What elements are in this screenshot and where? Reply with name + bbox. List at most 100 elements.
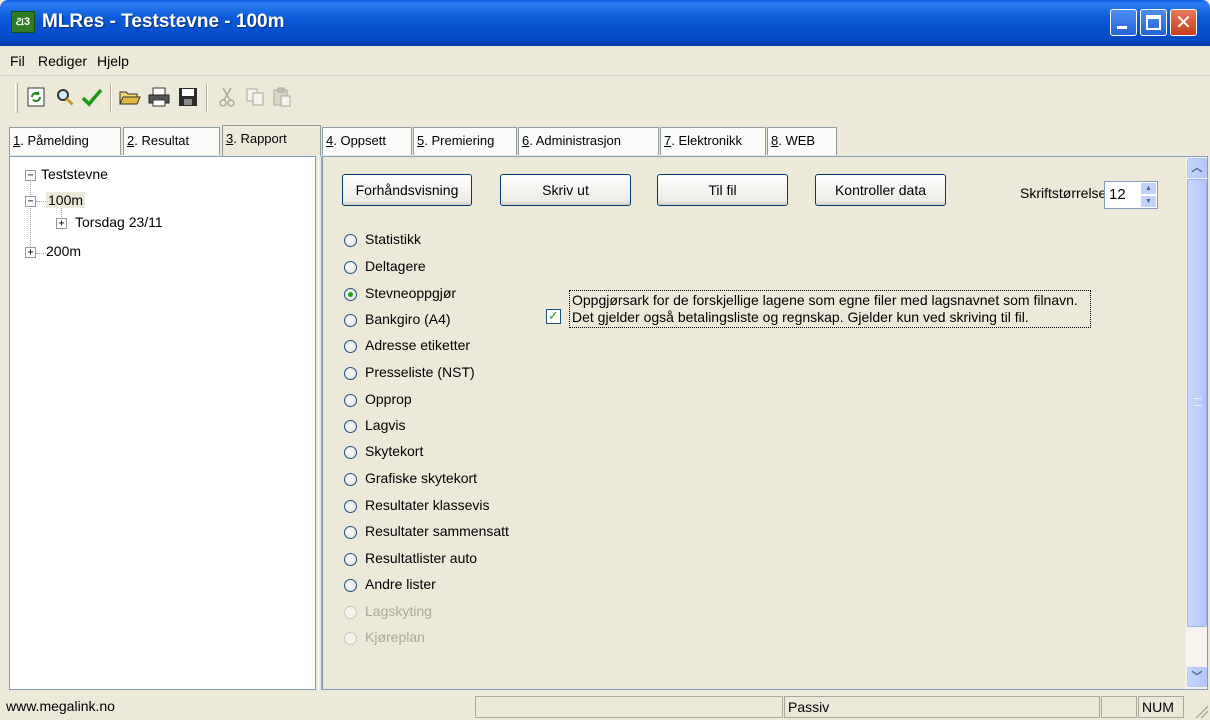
scroll-thumb[interactable]	[1187, 179, 1207, 627]
tab-pamelding[interactable]: 1. Påmelding	[9, 127, 121, 155]
tab-web[interactable]: 8. WEB	[767, 127, 837, 155]
radio-label: Presseliste (NST)	[365, 364, 475, 380]
paste-icon	[270, 87, 294, 109]
radio-circle	[344, 314, 357, 327]
radio-label: Resultater sammensatt	[365, 523, 509, 539]
radio-circle	[344, 579, 357, 592]
tree-node-200m[interactable]: 200m	[46, 243, 81, 259]
radio-circle	[344, 500, 357, 513]
radio-label: Resultatlister auto	[365, 550, 478, 566]
toolbar-separator	[206, 84, 208, 112]
preview-button[interactable]: Forhåndsvisning	[342, 174, 472, 206]
radio-label: Adresse etiketter	[365, 337, 471, 353]
menu-rediger[interactable]: Rediger	[38, 53, 87, 69]
open-folder-icon[interactable]	[118, 87, 142, 109]
status-website: www.megalink.no	[6, 698, 115, 714]
tab-resultat[interactable]: 2. Resultat	[123, 127, 220, 155]
radio-circle	[344, 526, 357, 539]
close-button[interactable]: ✕	[1170, 9, 1197, 36]
vertical-scrollbar[interactable]: ︿ ﹀	[1185, 157, 1207, 689]
status-bar: www.megalink.no Passiv NUM	[0, 694, 1210, 720]
close-icon: ✕	[1175, 10, 1192, 34]
font-size-spinner[interactable]: 12 ▲ ▼	[1104, 181, 1158, 209]
status-num-lock: NUM	[1138, 696, 1184, 718]
tree-node-torsdag[interactable]: Torsdag 23/11	[75, 214, 163, 230]
tab-oppsett[interactable]: 4. Oppsett	[322, 127, 412, 155]
scroll-down-icon[interactable]: ﹀	[1187, 667, 1207, 687]
radio-circle	[344, 261, 357, 274]
tab-label: . Elektronikk	[671, 133, 743, 148]
tab-label: . Administrasjon	[529, 133, 621, 148]
check-data-button[interactable]: Kontroller data	[815, 174, 946, 206]
tab-premiering[interactable]: 5. Premiering	[413, 127, 517, 155]
tree-node-root[interactable]: Teststevne	[41, 166, 108, 182]
scroll-up-icon[interactable]: ︿	[1187, 158, 1207, 178]
toolbar-separator	[110, 84, 112, 112]
radio-label: Kjøreplan	[365, 629, 425, 645]
tab-label: . Rapport	[233, 131, 287, 146]
save-icon[interactable]	[176, 87, 200, 109]
checkmark-icon[interactable]	[80, 87, 104, 109]
radio-label: Skytekort	[365, 443, 424, 459]
tab-label: . Resultat	[134, 133, 190, 148]
to-file-button[interactable]: Til fil	[657, 174, 788, 206]
toolbar	[0, 77, 1210, 121]
menu-bar: Fil Rediger Hjelp	[0, 46, 1210, 76]
maximize-icon	[1146, 15, 1161, 30]
separate-files-checkbox[interactable]: ✓	[546, 309, 561, 324]
radio-label: Grafiske skytekort	[365, 470, 478, 486]
radio-circle	[344, 606, 357, 619]
radio-label: Bankgiro (A4)	[365, 311, 451, 327]
status-pane-empty	[475, 696, 783, 718]
font-size-label: Skriftstørrelse	[1020, 185, 1107, 201]
radio-circle	[344, 340, 357, 353]
collapse-icon[interactable]: −	[25, 170, 36, 181]
tree-line	[36, 201, 46, 202]
radio-circle	[344, 234, 357, 247]
expand-icon[interactable]: +	[25, 247, 36, 258]
font-size-value[interactable]: 12	[1109, 186, 1126, 203]
radio-label: Lagskyting	[365, 603, 432, 619]
title-bar[interactable]: ଥ3 MLRes - Teststevne - 100m ✕	[0, 0, 1210, 46]
tree-line	[36, 253, 46, 254]
menu-fil[interactable]: Fil	[10, 53, 25, 69]
separate-files-description[interactable]: Oppgjørsark for de forskjellige lagene s…	[569, 290, 1091, 328]
maximize-button[interactable]	[1140, 9, 1167, 36]
tab-administrasjon[interactable]: 6. Administrasjon	[518, 127, 659, 155]
radio-label: Stevneoppgjør	[365, 285, 457, 301]
cut-icon	[215, 87, 239, 109]
tab-elektronikk[interactable]: 7. Elektronikk	[660, 127, 766, 155]
radio-circle	[344, 632, 357, 645]
radio-label: Lagvis	[365, 417, 406, 433]
spin-down-icon[interactable]: ▼	[1140, 195, 1157, 208]
tab-label: . Påmelding	[20, 133, 89, 148]
tab-label: . WEB	[778, 133, 816, 148]
menu-hjelp[interactable]: Hjelp	[97, 53, 129, 69]
radio-label: Deltagere	[365, 258, 426, 274]
print-button[interactable]: Skriv ut	[500, 174, 631, 206]
resize-grip-icon[interactable]	[1194, 704, 1208, 718]
radio-circle	[344, 394, 357, 407]
toolbar-grip[interactable]	[15, 83, 18, 113]
radio-label: Opprop	[365, 391, 412, 407]
event-tree[interactable]: − Teststevne − 100m + Torsdag 23/11 + 20…	[9, 156, 316, 690]
radio-selected-dot	[348, 292, 353, 297]
collapse-icon[interactable]: −	[25, 196, 36, 207]
expand-icon[interactable]: +	[56, 218, 67, 229]
tab-rapport[interactable]: 3. Rapport	[222, 125, 321, 156]
scroll-grip-icon	[1194, 398, 1202, 406]
radio-label: Andre lister	[365, 576, 436, 592]
window-title: MLRes - Teststevne - 100m	[42, 11, 285, 32]
refresh-icon[interactable]	[24, 87, 48, 109]
radio-label: Resultater klassevis	[365, 497, 490, 513]
printer-icon[interactable]	[147, 87, 171, 109]
tree-node-100m[interactable]: 100m	[46, 192, 86, 208]
copy-icon	[243, 87, 267, 109]
minimize-button[interactable]	[1110, 9, 1137, 36]
radio-circle	[344, 473, 357, 486]
app-icon: ଥ3	[11, 11, 35, 33]
status-pane-blank	[1101, 696, 1137, 718]
tab-label: . Premiering	[424, 133, 495, 148]
spin-up-icon[interactable]: ▲	[1140, 182, 1157, 195]
search-icon[interactable]	[53, 87, 77, 109]
